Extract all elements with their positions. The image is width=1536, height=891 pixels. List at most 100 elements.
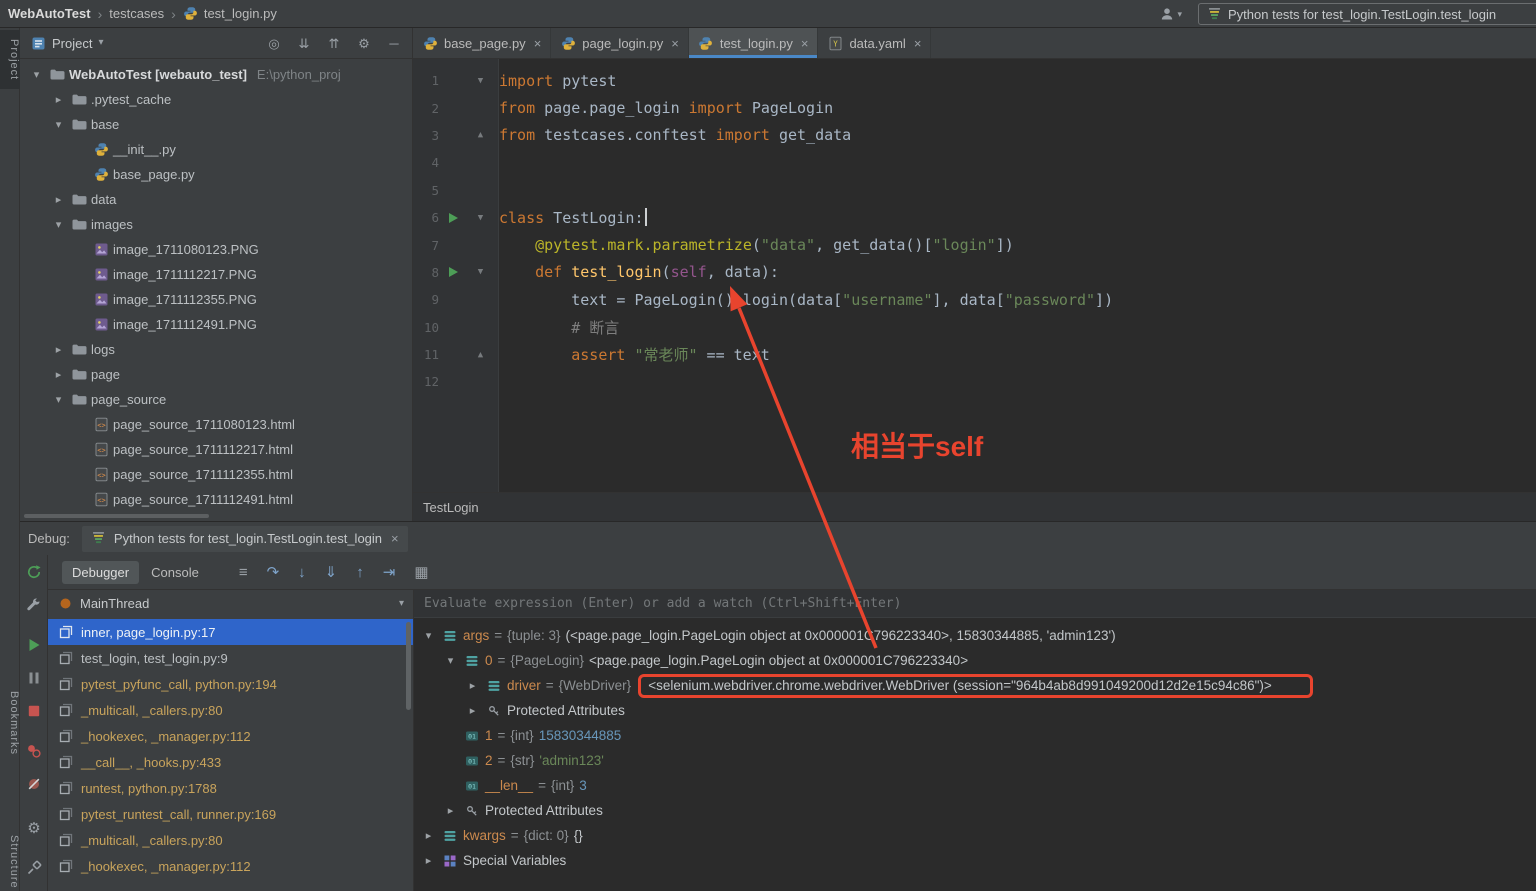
pin-icon[interactable]	[25, 859, 43, 877]
chevron-down-icon[interactable]: ▾	[28, 68, 45, 81]
debug-session-tab[interactable]: Python tests for test_login.TestLogin.te…	[81, 525, 408, 552]
breadcrumb-item[interactable]: testcases	[109, 6, 164, 21]
close-icon[interactable]: ×	[914, 36, 922, 51]
tree-item[interactable]: ▾ base	[20, 112, 412, 137]
variable-row[interactable]: 01 2 = {str} 'admin123'	[414, 748, 1536, 773]
wrench-icon[interactable]	[25, 596, 43, 614]
run-test-icon[interactable]	[449, 212, 458, 223]
editor-tab[interactable]: Ydata.yaml ×	[818, 28, 932, 58]
stack-frame[interactable]: inner, page_login.py:17	[48, 619, 413, 645]
tree-item[interactable]: image_1711112491.PNG	[20, 312, 412, 337]
chevron-down-icon[interactable]: ▾	[98, 38, 103, 48]
tree-item[interactable]: ▸ data	[20, 187, 412, 212]
chevron-right-icon[interactable]: ▸	[50, 343, 67, 356]
variable-row[interactable]: ▸ Special Variables	[414, 848, 1536, 873]
tree-item[interactable]: ▸ logs	[20, 337, 412, 362]
stack-frame[interactable]: _multicall, _callers.py:80	[48, 697, 413, 723]
chevron-right-icon[interactable]: ▸	[420, 854, 437, 867]
tree-item[interactable]: <> page_source_1711112355.html	[20, 462, 412, 487]
pause-icon[interactable]	[25, 669, 43, 687]
variable-row[interactable]: ▸ Protected Attributes	[414, 698, 1536, 723]
breadcrumb-item[interactable]: test_login.py	[183, 6, 277, 22]
locate-icon[interactable]: ◎	[266, 35, 282, 51]
chevron-down-icon[interactable]: ▾	[50, 393, 67, 406]
tree-item[interactable]: ▸ .pytest_cache	[20, 87, 412, 112]
stack-frame[interactable]: _hookexec, _manager.py:112	[48, 723, 413, 749]
chevron-right-icon[interactable]: ▸	[50, 93, 67, 106]
mute-breakpoints-icon[interactable]	[25, 775, 43, 793]
variable-row[interactable]: ▾ args = {tuple: 3} (<page.page_login.Pag…	[414, 623, 1536, 648]
stack-frame[interactable]: pytest_pyfunc_call, python.py:194	[48, 671, 413, 697]
tree-item[interactable]: ▸ page	[20, 362, 412, 387]
stack-frame[interactable]: _hookexec, _manager.py:112	[48, 853, 413, 879]
tree-item[interactable]: base_page.py	[20, 162, 412, 187]
force-step-into-icon[interactable]: ⇓	[325, 565, 338, 580]
vertical-scrollbar[interactable]	[406, 622, 411, 710]
fold-icon[interactable]: ▼	[478, 267, 483, 277]
evaluate-expression-input[interactable]: Evaluate expression (Enter) or add a wat…	[414, 590, 1536, 618]
tool-window-button-structure[interactable]: Structure	[0, 835, 20, 889]
editor-tab[interactable]: test_login.py ×	[688, 28, 819, 58]
chevron-right-icon[interactable]: ▸	[50, 368, 67, 381]
fold-icon[interactable]: ▼	[478, 76, 483, 86]
chevron-down-icon[interactable]: ▾	[50, 118, 67, 131]
user-menu-button[interactable]: ▾	[1159, 6, 1182, 22]
tree-item[interactable]: image_1711080123.PNG	[20, 237, 412, 262]
breadcrumb-item[interactable]: WebAutoTest	[8, 6, 91, 21]
stack-frame[interactable]: _multicall, _callers.py:80	[48, 827, 413, 853]
menu-icon[interactable]: ≡	[239, 565, 248, 580]
variable-row[interactable]: 01 1 = {int} 15830344885	[414, 723, 1536, 748]
tree-item[interactable]: __init__.py	[20, 137, 412, 162]
variable-row[interactable]: ▾ 0 = {PageLogin} <page.page_login.PageLo…	[414, 648, 1536, 673]
editor-tab[interactable]: page_login.py ×	[551, 28, 689, 58]
resume-icon[interactable]	[25, 636, 43, 654]
chevron-right-icon[interactable]: ▸	[442, 804, 459, 817]
stack-frame[interactable]: pytest_runtest_call, runner.py:169	[48, 801, 413, 827]
editor-tab[interactable]: base_page.py ×	[413, 28, 552, 58]
chevron-down-icon[interactable]: ▾	[442, 654, 459, 667]
chevron-down-icon[interactable]: ▾	[50, 218, 67, 231]
tree-item[interactable]: <> page_source_1711112217.html	[20, 437, 412, 462]
horizontal-scrollbar[interactable]	[24, 514, 209, 518]
breadcrumb-item-class[interactable]: TestLogin	[423, 500, 479, 515]
expand-all-icon[interactable]: ⇊	[296, 35, 312, 51]
rerun-icon[interactable]	[25, 563, 43, 581]
stop-icon[interactable]	[25, 702, 43, 720]
thread-selector[interactable]: MainThread ▾	[48, 590, 413, 617]
fold-icon[interactable]: ▲	[478, 350, 483, 360]
variable-row[interactable]: ▸ Protected Attributes	[414, 798, 1536, 823]
run-test-icon[interactable]	[449, 267, 458, 278]
step-into-icon[interactable]: ↓	[298, 565, 306, 580]
close-icon[interactable]: ×	[534, 36, 542, 51]
variable-row[interactable]: ▸ kwargs = {dict: 0} {}	[414, 823, 1536, 848]
hide-icon[interactable]: ─	[386, 35, 402, 51]
debug-tab-console[interactable]: Console	[141, 561, 209, 584]
run-configuration-selector[interactable]: Python tests for test_login.TestLogin.te…	[1198, 3, 1536, 25]
project-panel-title[interactable]: Project	[52, 36, 92, 51]
tree-item[interactable]: ▾ images	[20, 212, 412, 237]
tree-item[interactable]: image_1711112217.PNG	[20, 262, 412, 287]
chevron-down-icon[interactable]: ▾	[420, 629, 437, 642]
chevron-right-icon[interactable]: ▸	[50, 193, 67, 206]
chevron-right-icon[interactable]: ▸	[464, 704, 481, 717]
collapse-all-icon[interactable]: ⇈	[326, 35, 342, 51]
tree-item[interactable]: image_1711112355.PNG	[20, 287, 412, 312]
settings-icon[interactable]: ⚙	[25, 819, 43, 837]
variable-row[interactable]: 01 __len__ = {int} 3	[414, 773, 1536, 798]
stack-frame[interactable]: __call__, _hooks.py:433	[48, 749, 413, 775]
tool-window-button-bookmarks[interactable]: Bookmarks	[0, 691, 20, 755]
settings-icon[interactable]: ⚙	[356, 35, 372, 51]
tree-item[interactable]: <> page_source_1711080123.html	[20, 412, 412, 437]
close-icon[interactable]: ×	[391, 531, 399, 546]
chevron-right-icon[interactable]: ▸	[420, 829, 437, 842]
code-editor[interactable]: 1 ▼ import pytest 2 from page.page_login imp…	[413, 59, 1536, 492]
view-breakpoints-icon[interactable]	[25, 742, 43, 760]
tree-item[interactable]: <> page_source_1711112491.html	[20, 487, 412, 512]
tree-item[interactable]: ▾ WebAutoTest [webauto_test] E:\python_pro…	[20, 62, 412, 87]
close-icon[interactable]: ×	[671, 36, 679, 51]
step-over-icon[interactable]: ↷	[267, 565, 280, 580]
fold-icon[interactable]: ▲	[478, 130, 483, 140]
table-icon[interactable]: ▦	[414, 565, 428, 580]
variable-row[interactable]: ▸ driver = {WebDriver} <selenium.webdrive…	[414, 673, 1536, 698]
close-icon[interactable]: ×	[801, 36, 809, 51]
